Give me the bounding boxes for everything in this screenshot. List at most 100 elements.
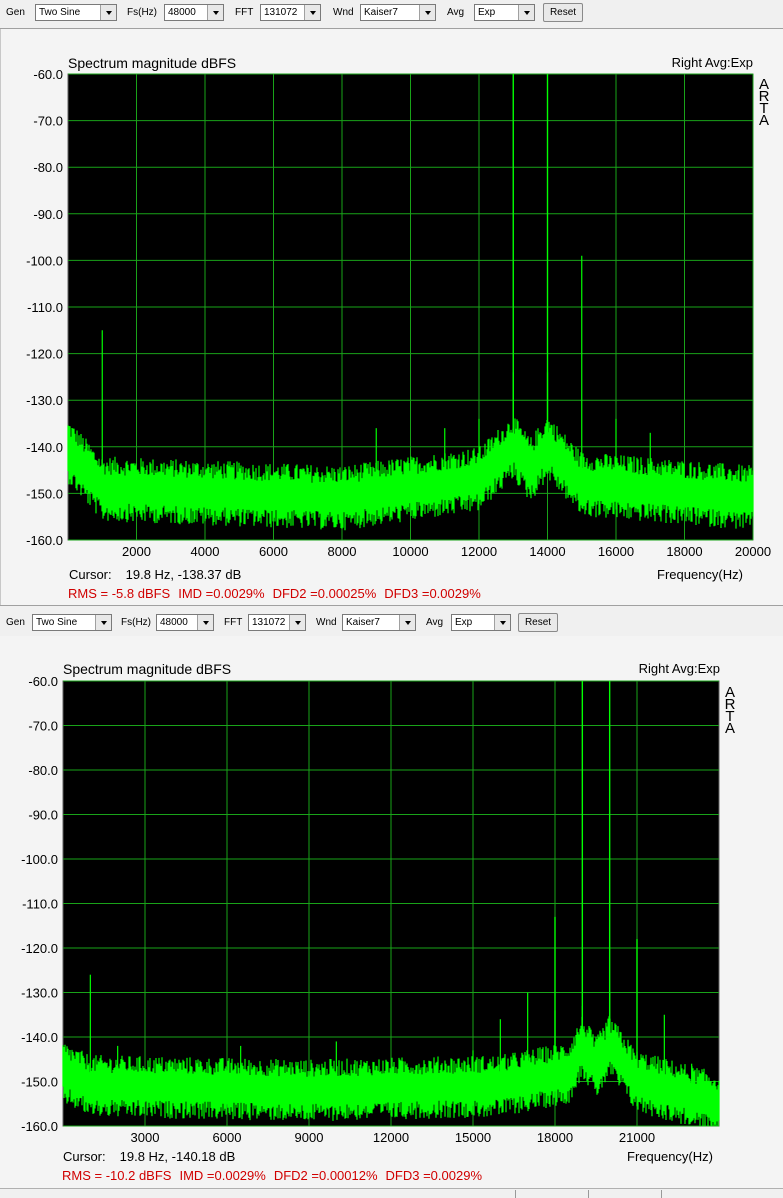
measurement-stats: RMS = -5.8 dBFS IMD =0.0029% DFD2 =0.00025… [68, 586, 489, 601]
x-tick-label: 12000 [461, 544, 497, 559]
y-tick-label: -80.0 [33, 160, 63, 175]
fft-size-value: 131072 [252, 617, 286, 628]
averaging-value: Exp [478, 7, 496, 18]
graph-area: -60.0 -70.0 -80.0 -90.0 -100.0 -110.0 -120.0 -1… [0, 29, 783, 605]
toolbar: Gen Two Sine Fs(Hz) 48000 FFT 131072 Wnd… [0, 0, 783, 29]
y-tick-label: -90.0 [28, 808, 58, 823]
y-tick-label: -140.0 [21, 1030, 58, 1045]
window-label: Wnd [333, 7, 354, 18]
window-label: Wnd [316, 617, 337, 628]
imd-value: IMD =0.0029% [179, 1168, 266, 1183]
x-tick-label: 6000 [259, 544, 288, 559]
status-cell [515, 1190, 588, 1198]
x-tick-label: 2000 [122, 544, 151, 559]
arta-letter: A [724, 720, 735, 737]
graph-title: Spectrum magnitude dBFS [63, 661, 232, 677]
x-tick-label: 4000 [191, 544, 220, 559]
sample-rate-value: 48000 [168, 7, 196, 18]
y-tick-label: -60.0 [28, 674, 58, 689]
chevron-down-icon[interactable] [304, 5, 320, 20]
y-tick-label: -70.0 [33, 114, 63, 129]
sample-rate-select[interactable]: 48000 [164, 4, 224, 21]
imd-value: IMD =0.0029% [178, 586, 265, 601]
fs-label: Fs(Hz) [127, 7, 157, 18]
chevron-down-icon[interactable] [197, 615, 213, 630]
channel-avg-label: Right Avg:Exp [638, 661, 720, 676]
measurement-stats: RMS = -10.2 dBFS IMD =0.0029% DFD2 =0.0001… [62, 1168, 490, 1183]
y-tick-label: -80.0 [28, 763, 58, 778]
fft-size-select[interactable]: 131072 [260, 4, 321, 21]
dfd2-value: DFD2 =0.00025% [272, 586, 377, 601]
y-tick-label: -160.0 [26, 533, 63, 548]
x-tick-label: 8000 [328, 544, 357, 559]
y-tick-label: -70.0 [28, 719, 58, 734]
chevron-down-icon[interactable] [399, 615, 415, 630]
avg-label: Avg [426, 617, 444, 628]
reset-button[interactable]: Reset [543, 3, 583, 22]
channel-avg-label: Right Avg:Exp [671, 55, 753, 70]
fft-size-value: 131072 [264, 7, 298, 18]
x-tick-label: 3000 [131, 1130, 160, 1145]
y-tick-label: -60.0 [33, 67, 63, 82]
arta-logo: A R T A [723, 685, 737, 737]
y-tick-label: -120.0 [26, 347, 63, 362]
window-select[interactable]: Kaiser7 [342, 614, 416, 631]
y-tick-label: -150.0 [21, 1075, 58, 1090]
cursor-value: 19.8 Hz, -138.37 dB [125, 567, 242, 582]
analyzer-panel-bottom: Gen Two Sine Fs(Hz) 48000 FFT 131072 Wnd… [0, 605, 783, 1196]
gen-label: Gen [6, 617, 25, 628]
y-tick-label: -100.0 [26, 253, 63, 268]
chevron-down-icon[interactable] [100, 5, 116, 20]
reset-button[interactable]: Reset [518, 613, 558, 632]
status-cell [588, 1190, 661, 1198]
x-tick-label: 9000 [295, 1130, 324, 1145]
window-value: Kaiser7 [364, 7, 398, 18]
generator-select[interactable]: Two Sine [32, 614, 112, 631]
x-tick-label: 10000 [392, 544, 428, 559]
sample-rate-select[interactable]: 48000 [156, 614, 214, 631]
chevron-down-icon[interactable] [518, 5, 534, 20]
generator-select[interactable]: Two Sine [35, 4, 117, 21]
cursor-label: Cursor: [69, 567, 112, 582]
y-tick-label: -160.0 [21, 1119, 58, 1134]
arta-letter: A [758, 112, 769, 129]
averaging-select[interactable]: Exp [474, 4, 535, 21]
spectrum-plot[interactable]: -60.0 -70.0 -80.0 -90.0 -100.0 -110.0 -120.0 -1… [0, 636, 783, 1196]
chevron-down-icon[interactable] [289, 615, 305, 630]
y-tick-label: -110.0 [22, 897, 58, 912]
rms-value: RMS = -5.8 dBFS [68, 586, 171, 601]
x-axis-label: Frequency(Hz) [627, 1149, 713, 1164]
chevron-down-icon[interactable] [95, 615, 111, 630]
x-tick-label: 16000 [598, 544, 634, 559]
x-tick-label: 21000 [619, 1130, 655, 1145]
y-tick-label: -140.0 [26, 440, 63, 455]
generator-value: Two Sine [36, 617, 78, 628]
y-tick-label: -90.0 [33, 207, 63, 222]
cursor-readout: Cursor: 19.8 Hz, -140.18 dB [63, 1149, 235, 1164]
chevron-down-icon[interactable] [419, 5, 435, 20]
averaging-select[interactable]: Exp [451, 614, 511, 631]
y-tick-label: -150.0 [26, 486, 63, 501]
window-value: Kaiser7 [346, 617, 380, 628]
averaging-value: Exp [455, 617, 473, 628]
x-tick-label: 14000 [529, 544, 565, 559]
dfd2-value: DFD2 =0.00012% [273, 1168, 378, 1183]
window-select[interactable]: Kaiser7 [360, 4, 436, 21]
fft-size-select[interactable]: 131072 [248, 614, 306, 631]
toolbar: Gen Two Sine Fs(Hz) 48000 FFT 131072 Wnd… [0, 605, 783, 637]
x-tick-label: 20000 [735, 544, 771, 559]
y-tick-label: -130.0 [26, 393, 63, 408]
cursor-value: 19.8 Hz, -140.18 dB [119, 1149, 236, 1164]
fft-label: FFT [224, 617, 243, 628]
gen-label: Gen [6, 7, 25, 18]
cursor-label: Cursor: [63, 1149, 106, 1164]
avg-label: Avg [447, 7, 465, 18]
rms-value: RMS = -10.2 dBFS [62, 1168, 172, 1183]
fs-label: Fs(Hz) [121, 617, 151, 628]
y-tick-label: -100.0 [21, 852, 58, 867]
spectrum-plot[interactable]: -60.0 -70.0 -80.0 -90.0 -100.0 -110.0 -120.0 -1… [1, 29, 783, 605]
chevron-down-icon[interactable] [207, 5, 223, 20]
chevron-down-icon[interactable] [494, 615, 510, 630]
x-axis-label: Frequency(Hz) [657, 567, 743, 582]
dfd3-value: DFD3 =0.0029% [384, 586, 481, 601]
